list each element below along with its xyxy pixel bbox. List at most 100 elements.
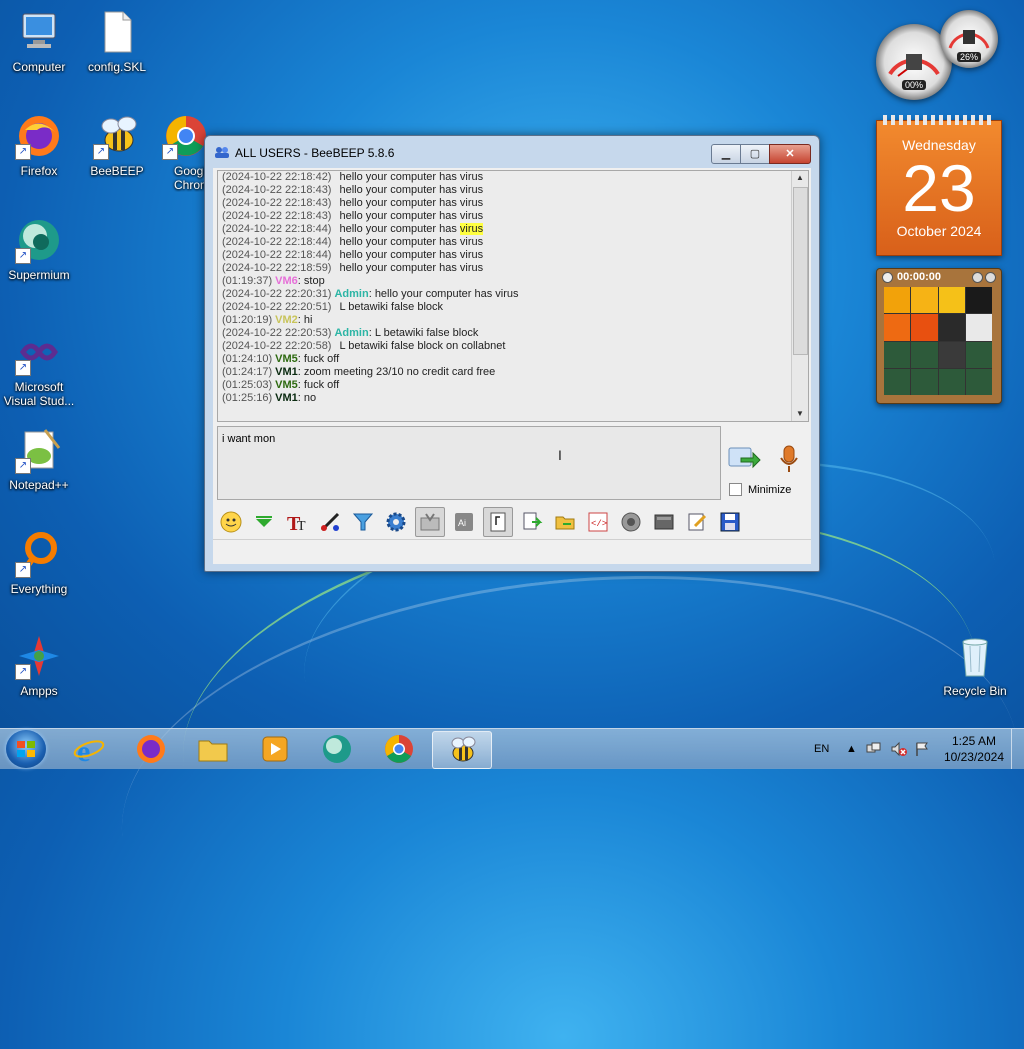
emoji-icon[interactable] bbox=[217, 508, 245, 536]
puzzle-tile[interactable] bbox=[938, 314, 965, 341]
desktop-icon-supermium[interactable]: ↗ Supermium bbox=[0, 216, 78, 282]
taskbar-internet-explorer[interactable]: e bbox=[62, 731, 116, 767]
show-desktop-button[interactable] bbox=[1011, 729, 1024, 769]
volume-muted-icon[interactable] bbox=[890, 729, 908, 769]
scroll-down-arrow-icon[interactable]: ▼ bbox=[792, 407, 808, 421]
message-username[interactable]: VM5 bbox=[275, 353, 298, 365]
message-username[interactable]: Admin bbox=[334, 327, 368, 339]
desktop-icon-config-skl[interactable]: config.SKL bbox=[78, 8, 156, 74]
shuffle-icon[interactable] bbox=[985, 272, 996, 283]
firefox-icon bbox=[137, 735, 165, 763]
chat-message: (01:25:03) VM5: fuck off bbox=[222, 379, 790, 392]
puzzle-tile[interactable] bbox=[911, 341, 938, 368]
taskbar-supermium[interactable] bbox=[310, 731, 364, 767]
puzzle-tile[interactable] bbox=[965, 368, 992, 395]
chat-history[interactable]: (2024-10-22 22:18:42) hello your computer… bbox=[217, 170, 809, 422]
chat-message: (2024-10-22 22:18:44) hello your computer… bbox=[222, 236, 790, 249]
message-username[interactable]: Admin bbox=[334, 288, 368, 300]
color-picker-icon[interactable] bbox=[316, 508, 344, 536]
puzzle-tile[interactable] bbox=[938, 341, 965, 368]
memory-meter-gadget[interactable]: 26% bbox=[940, 10, 998, 68]
message-timestamp: (2024-10-22 22:18:44) bbox=[222, 223, 332, 235]
beebeep-window[interactable]: ALL USERS - BeeBEEP 5.8.6 ▁ ▢ ✕ (2024-10… bbox=[204, 135, 820, 572]
puzzle-tile[interactable] bbox=[911, 314, 938, 341]
taskbar-clock[interactable]: 1:25 AM 10/23/2024 bbox=[944, 733, 1004, 765]
maximize-button[interactable]: ▢ bbox=[740, 144, 770, 164]
puzzle-tile[interactable] bbox=[965, 314, 992, 341]
language-indicator[interactable]: EN bbox=[814, 729, 829, 769]
message-username[interactable]: VM6 bbox=[275, 275, 298, 287]
taskbar-beebeep[interactable] bbox=[432, 731, 492, 769]
message-username[interactable]: VM2 bbox=[275, 314, 298, 326]
message-input[interactable]: i want mon I bbox=[217, 426, 721, 500]
font-icon[interactable]: TT bbox=[283, 508, 311, 536]
ar-icon[interactable]: Ai bbox=[450, 508, 478, 536]
puzzle-tile[interactable] bbox=[884, 341, 911, 368]
desktop-icon-ampps[interactable]: ↗ Ampps bbox=[0, 632, 78, 698]
desktop-icon-everything[interactable]: ↗ Everything bbox=[0, 530, 78, 596]
send-file-icon[interactable] bbox=[518, 508, 546, 536]
message-username[interactable]: VM1 bbox=[275, 366, 298, 378]
voice-record-button[interactable] bbox=[777, 444, 801, 474]
desktop-icon-recycle-bin[interactable]: Recycle Bin bbox=[936, 632, 1014, 698]
puzzle-tile[interactable] bbox=[965, 287, 992, 314]
message-username[interactable]: VM5 bbox=[275, 379, 298, 391]
checkbox-box[interactable] bbox=[729, 483, 742, 496]
taskbar-firefox[interactable] bbox=[124, 731, 178, 767]
puzzle-tile[interactable] bbox=[884, 314, 911, 341]
desktop-icon-visual-studio[interactable]: ↗ Microsoft Visual Stud... bbox=[0, 328, 78, 408]
svg-text:</>: </> bbox=[591, 519, 607, 529]
message-text: hello your computer has virus bbox=[339, 171, 484, 183]
record-icon[interactable] bbox=[617, 508, 645, 536]
minimize-button[interactable]: ▁ bbox=[711, 144, 741, 164]
edit-icon[interactable] bbox=[683, 508, 711, 536]
chat-message: (2024-10-22 22:20:31) Admin: hello your c… bbox=[222, 288, 790, 301]
picture-puzzle-gadget[interactable]: 00:00:00 bbox=[876, 268, 1002, 404]
chat-message: (2024-10-22 22:18:44) hello your computer… bbox=[222, 249, 790, 262]
puzzle-tile[interactable] bbox=[938, 368, 965, 395]
minimize-checkbox[interactable]: Minimize bbox=[729, 483, 791, 496]
desktop-icon-computer[interactable]: Computer bbox=[0, 8, 78, 74]
puzzle-grid[interactable] bbox=[884, 287, 992, 395]
inbox-icon[interactable] bbox=[415, 507, 445, 537]
puzzle-header: 00:00:00 bbox=[877, 269, 1001, 285]
save-icon[interactable] bbox=[716, 508, 744, 536]
code-icon[interactable]: </> bbox=[584, 508, 612, 536]
screenshot-icon[interactable] bbox=[650, 508, 678, 536]
desktop-icon-beebeep[interactable]: ↗ BeeBEEP bbox=[78, 112, 156, 178]
shortcut-arrow-icon: ↗ bbox=[162, 144, 178, 160]
send-button[interactable] bbox=[727, 444, 761, 474]
puzzle-tile[interactable] bbox=[911, 368, 938, 395]
puzzle-tile[interactable] bbox=[938, 287, 965, 314]
chat-scrollbar[interactable]: ▲ ▼ bbox=[791, 171, 808, 421]
puzzle-tile[interactable] bbox=[884, 368, 911, 395]
folder-share-icon[interactable] bbox=[551, 508, 579, 536]
taskbar: e EN ▲ 1:25 AM 10/23/2024 bbox=[0, 728, 1024, 769]
start-button[interactable] bbox=[6, 730, 46, 768]
message-text: hello your computer has virus bbox=[339, 249, 484, 261]
action-center-flag-icon[interactable] bbox=[914, 729, 930, 769]
taskbar-file-explorer[interactable] bbox=[186, 731, 240, 767]
taskbar-media-player[interactable] bbox=[248, 731, 302, 767]
network-icon[interactable] bbox=[866, 729, 882, 769]
title-bar[interactable]: ALL USERS - BeeBEEP 5.8.6 ▁ ▢ ✕ bbox=[205, 136, 819, 168]
help-icon[interactable] bbox=[972, 272, 983, 283]
puzzle-tile[interactable] bbox=[911, 287, 938, 314]
message-username[interactable]: VM1 bbox=[275, 392, 298, 404]
green-arrow-icon[interactable] bbox=[250, 508, 278, 536]
settings-gear-icon[interactable] bbox=[382, 508, 410, 536]
desktop-icon-firefox[interactable]: ↗ Firefox bbox=[0, 112, 78, 178]
desktop-icon-notepadpp[interactable]: ↗ Notepad++ bbox=[0, 426, 78, 492]
note-icon[interactable] bbox=[483, 507, 513, 537]
scroll-up-arrow-icon[interactable]: ▲ bbox=[792, 171, 808, 185]
message-timestamp: (2024-10-22 22:18:44) bbox=[222, 236, 332, 248]
calendar-rings bbox=[883, 115, 995, 125]
puzzle-tile[interactable] bbox=[965, 341, 992, 368]
close-button[interactable]: ✕ bbox=[769, 144, 811, 164]
scroll-thumb[interactable] bbox=[793, 187, 808, 355]
calendar-gadget[interactable]: Wednesday 23 October 2024 bbox=[876, 115, 1002, 256]
puzzle-tile[interactable] bbox=[884, 287, 911, 314]
filter-icon[interactable] bbox=[349, 508, 377, 536]
show-hidden-icons-chevron-icon[interactable]: ▲ bbox=[846, 729, 857, 769]
taskbar-chrome[interactable] bbox=[372, 731, 426, 767]
